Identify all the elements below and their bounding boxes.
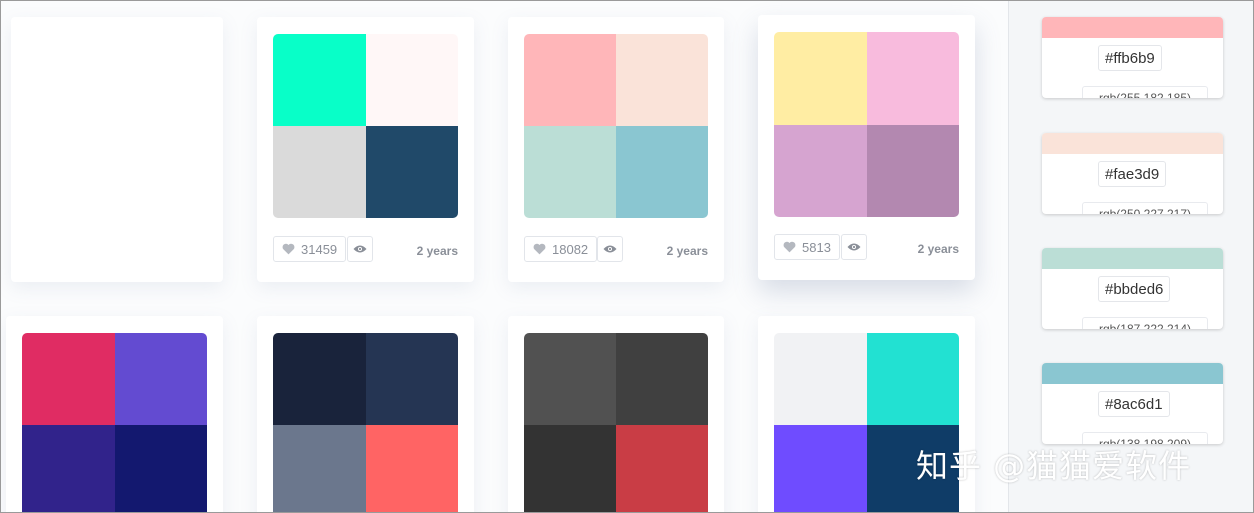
view-button[interactable]: [841, 234, 867, 260]
color-swatch-card[interactable]: #bbded6 rgb(187,222,214): [1042, 248, 1223, 329]
palette-color[interactable]: [273, 333, 366, 425]
hex-code[interactable]: #ffb6b9: [1098, 45, 1162, 71]
palette-swatch-grid[interactable]: [774, 32, 959, 217]
color-bar[interactable]: [1042, 133, 1223, 154]
palette-color[interactable]: [616, 425, 708, 512]
palette-color[interactable]: [365, 425, 458, 512]
palette-color[interactable]: [866, 333, 959, 425]
like-count: 31459: [301, 241, 338, 257]
view-button[interactable]: [597, 236, 623, 262]
palette-color[interactable]: [774, 124, 867, 217]
color-detail-sidebar: #ffb6b9 rgb(255,182,185) #fae3d9 rgb(250…: [1008, 1, 1253, 512]
palette-swatch-grid[interactable]: [273, 333, 458, 512]
watermark-text: 知乎 @猫猫爱软件: [916, 447, 1192, 485]
app-frame: 31459 2 years 18082 2 years 5813 2 years…: [0, 0, 1254, 513]
hex-code[interactable]: #bbded6: [1098, 276, 1171, 302]
palette-color[interactable]: [524, 34, 616, 126]
age-label: 2 years: [666, 244, 708, 258]
palette-card[interactable]: [257, 316, 474, 512]
like-count: 5813: [802, 239, 831, 255]
eye-icon: [603, 245, 617, 253]
palette-color[interactable]: [774, 425, 867, 512]
hex-code[interactable]: #8ac6d1: [1098, 391, 1170, 417]
age-label: 2 years: [917, 242, 959, 256]
hex-code[interactable]: #fae3d9: [1098, 161, 1167, 187]
color-swatch-card[interactable]: #ffb6b9 rgb(255,182,185): [1042, 17, 1223, 98]
eye-icon: [353, 245, 367, 253]
palette-color[interactable]: [774, 333, 867, 425]
palette-grid: 31459 2 years 18082 2 years 5813 2 years: [1, 1, 1008, 512]
palette-card-hovered[interactable]: 5813 2 years: [758, 15, 975, 280]
palette-color[interactable]: [524, 333, 616, 425]
palette-swatch-grid[interactable]: [22, 333, 207, 512]
view-button[interactable]: [347, 236, 373, 262]
color-bar[interactable]: [1042, 17, 1223, 38]
like-count: 18082: [552, 241, 589, 257]
palette-color[interactable]: [524, 126, 616, 218]
palette-color[interactable]: [365, 333, 458, 425]
palette-color[interactable]: [524, 425, 616, 512]
palette-color[interactable]: [774, 32, 867, 125]
rgb-code[interactable]: rgb(255,182,185): [1082, 86, 1208, 98]
palette-color[interactable]: [866, 32, 959, 125]
rgb-code[interactable]: rgb(187,222,214): [1082, 317, 1208, 329]
color-bar[interactable]: [1042, 363, 1223, 384]
color-swatch-card[interactable]: #8ac6d1 rgb(138,198,209): [1042, 363, 1223, 444]
palette-swatch-grid[interactable]: [524, 333, 708, 512]
palette-color[interactable]: [365, 34, 458, 126]
age-label: 2 years: [416, 244, 458, 258]
eye-icon: [847, 243, 861, 251]
heart-icon: [533, 243, 546, 255]
palette-color[interactable]: [866, 124, 959, 217]
color-swatch-card[interactable]: #fae3d9 rgb(250,227,217): [1042, 133, 1223, 214]
palette-color[interactable]: [114, 425, 207, 512]
palette-card[interactable]: [6, 316, 223, 512]
palette-card-blank: [11, 17, 223, 282]
color-bar[interactable]: [1042, 248, 1223, 269]
palette-card[interactable]: 31459 2 years: [257, 17, 474, 282]
palette-color[interactable]: [273, 126, 366, 218]
palette-color[interactable]: [273, 425, 366, 512]
palette-color[interactable]: [365, 126, 458, 218]
palette-color[interactable]: [22, 333, 115, 425]
palette-color[interactable]: [616, 34, 708, 126]
palette-color[interactable]: [616, 333, 708, 425]
like-button[interactable]: 5813: [774, 234, 840, 260]
palette-swatch-grid[interactable]: [524, 34, 708, 218]
heart-icon: [282, 243, 295, 255]
palette-swatch-grid[interactable]: [273, 34, 458, 218]
palette-color[interactable]: [22, 425, 115, 512]
palette-color[interactable]: [273, 34, 366, 126]
palette-color[interactable]: [616, 126, 708, 218]
like-button[interactable]: 31459: [273, 236, 347, 262]
heart-icon: [783, 241, 796, 253]
palette-color[interactable]: [114, 333, 207, 425]
palette-card[interactable]: 18082 2 years: [508, 17, 724, 282]
palette-card[interactable]: [508, 316, 724, 512]
like-button[interactable]: 18082: [524, 236, 598, 262]
rgb-code[interactable]: rgb(250,227,217): [1082, 202, 1208, 214]
